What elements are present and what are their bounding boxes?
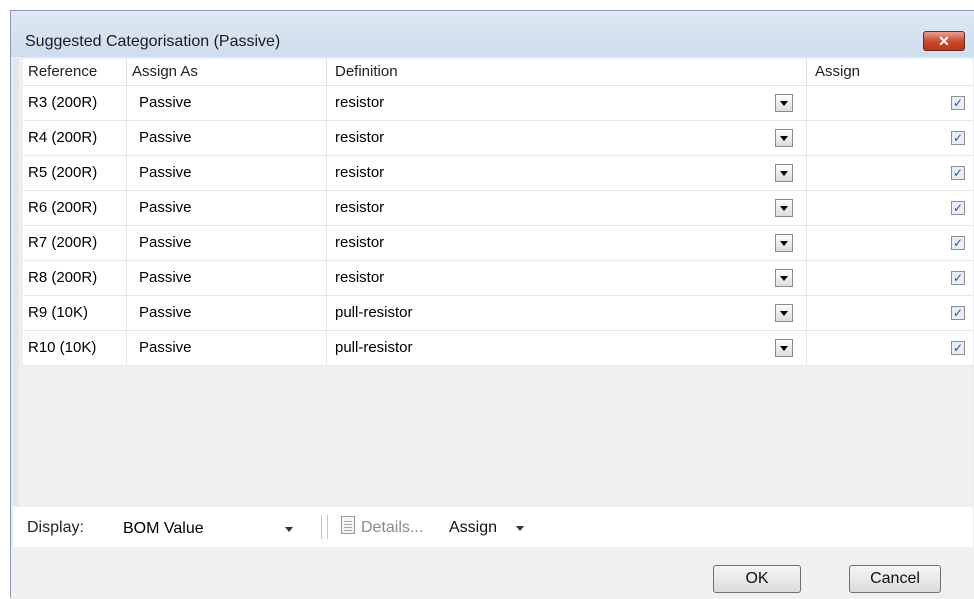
assign-as-cell[interactable]: Passive	[127, 156, 327, 190]
definition-dropdown-button[interactable]	[775, 129, 793, 147]
reference-cell: R3 (200R)	[23, 86, 127, 120]
display-label: Display:	[27, 519, 84, 536]
assign-cell: ✓	[807, 121, 973, 155]
definition-value: resistor	[335, 164, 385, 181]
definition-value: resistor	[335, 199, 385, 216]
chevron-down-icon	[516, 526, 524, 531]
column-header-assign-as[interactable]: Assign As	[127, 59, 327, 85]
dialog-footer: OK Cancel	[11, 547, 974, 599]
reference-cell: R10 (10K)	[23, 331, 127, 365]
toolbar-separator	[321, 515, 322, 539]
column-header-assign[interactable]: Assign	[807, 59, 973, 85]
assign-menu-button[interactable]: Assign	[449, 519, 497, 537]
definition-cell[interactable]: pull-resistor	[327, 296, 807, 330]
table-row[interactable]: R5 (200R) Passive resistor ✓	[23, 156, 973, 191]
definition-value: resistor	[335, 129, 385, 146]
column-header-definition[interactable]: Definition	[327, 59, 807, 85]
definition-value: pull-resistor	[335, 339, 413, 356]
assign-checkbox[interactable]: ✓	[951, 341, 965, 355]
categorisation-grid: Reference Assign As Definition Assign R3…	[13, 59, 973, 507]
column-header-reference[interactable]: Reference	[23, 59, 127, 85]
assign-checkbox[interactable]: ✓	[951, 166, 965, 180]
table-row[interactable]: R3 (200R) Passive resistor ✓	[23, 86, 973, 121]
definition-cell[interactable]: resistor	[327, 86, 807, 120]
assign-cell: ✓	[807, 86, 973, 120]
reference-cell: R5 (200R)	[23, 156, 127, 190]
definition-value: resistor	[335, 269, 385, 286]
definition-value: resistor	[335, 94, 385, 111]
dialog-title: Suggested Categorisation (Passive)	[25, 33, 281, 50]
assign-cell: ✓	[807, 261, 973, 295]
definition-dropdown-button[interactable]	[775, 94, 793, 112]
definition-cell[interactable]: resistor	[327, 191, 807, 225]
assign-as-cell[interactable]: Passive	[127, 86, 327, 120]
definition-dropdown-button[interactable]	[775, 304, 793, 322]
definition-dropdown-button[interactable]	[775, 199, 793, 217]
table-row[interactable]: R8 (200R) Passive resistor ✓	[23, 261, 973, 296]
table-row[interactable]: R4 (200R) Passive resistor ✓	[23, 121, 973, 156]
dialog-window: Suggested Categorisation (Passive) ✕ Ref…	[10, 10, 974, 599]
definition-value: resistor	[335, 234, 385, 251]
assign-as-cell[interactable]: Passive	[127, 226, 327, 260]
definition-cell[interactable]: resistor	[327, 226, 807, 260]
table-row[interactable]: R9 (10K) Passive pull-resistor ✓	[23, 296, 973, 331]
reference-cell: R4 (200R)	[23, 121, 127, 155]
assign-cell: ✓	[807, 296, 973, 330]
toolbar-separator	[327, 515, 328, 539]
chevron-down-icon	[285, 527, 293, 532]
assign-cell: ✓	[807, 226, 973, 260]
definition-value: pull-resistor	[335, 304, 413, 321]
grid-header: Reference Assign As Definition Assign	[23, 59, 973, 86]
close-button[interactable]: ✕	[923, 31, 965, 51]
assign-checkbox[interactable]: ✓	[951, 236, 965, 250]
assign-as-cell[interactable]: Passive	[127, 331, 327, 365]
reference-cell: R6 (200R)	[23, 191, 127, 225]
definition-cell[interactable]: resistor	[327, 156, 807, 190]
assign-as-cell[interactable]: Passive	[127, 191, 327, 225]
table-row[interactable]: R7 (200R) Passive resistor ✓	[23, 226, 973, 261]
table-row[interactable]: R6 (200R) Passive resistor ✓	[23, 191, 973, 226]
ok-button[interactable]: OK	[713, 565, 801, 593]
display-select-value: BOM Value	[123, 520, 204, 537]
cancel-button[interactable]: Cancel	[849, 565, 941, 593]
reference-cell: R8 (200R)	[23, 261, 127, 295]
definition-cell[interactable]: pull-resistor	[327, 331, 807, 365]
assign-checkbox[interactable]: ✓	[951, 131, 965, 145]
definition-dropdown-button[interactable]	[775, 269, 793, 287]
assign-as-cell[interactable]: Passive	[127, 121, 327, 155]
assign-cell: ✓	[807, 191, 973, 225]
assign-as-cell[interactable]: Passive	[127, 296, 327, 330]
assign-cell: ✓	[807, 331, 973, 365]
title-bar: Suggested Categorisation (Passive) ✕	[11, 11, 974, 57]
display-toolbar: Display: BOM Value Details... Assign	[13, 507, 973, 547]
definition-dropdown-button[interactable]	[775, 234, 793, 252]
assign-checkbox[interactable]: ✓	[951, 306, 965, 320]
definition-dropdown-button[interactable]	[775, 339, 793, 357]
assign-cell: ✓	[807, 156, 973, 190]
close-icon: ✕	[938, 33, 950, 49]
definition-dropdown-button[interactable]	[775, 164, 793, 182]
document-icon	[341, 516, 355, 534]
definition-cell[interactable]: resistor	[327, 261, 807, 295]
definition-cell[interactable]: resistor	[327, 121, 807, 155]
reference-cell: R9 (10K)	[23, 296, 127, 330]
assign-checkbox[interactable]: ✓	[951, 271, 965, 285]
details-button[interactable]: Details...	[361, 519, 423, 537]
assign-checkbox[interactable]: ✓	[951, 96, 965, 110]
assign-checkbox[interactable]: ✓	[951, 201, 965, 215]
table-row[interactable]: R10 (10K) Passive pull-resistor ✓	[23, 331, 973, 366]
reference-cell: R7 (200R)	[23, 226, 127, 260]
assign-as-cell[interactable]: Passive	[127, 261, 327, 295]
display-select[interactable]: BOM Value	[109, 513, 309, 543]
